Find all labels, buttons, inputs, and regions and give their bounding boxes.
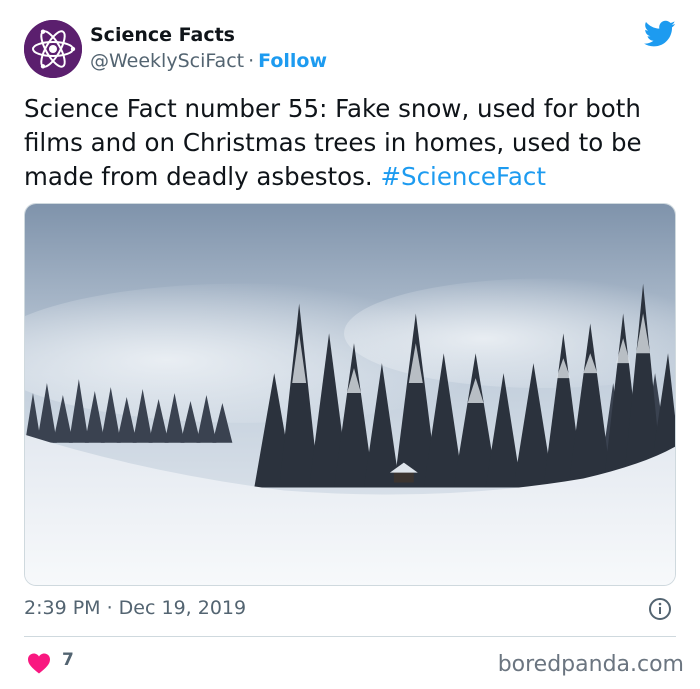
tweet-header: Science Facts @WeeklySciFact · Follow bbox=[24, 20, 676, 78]
separator-dot: · bbox=[248, 50, 255, 72]
tweet-body: Science Fact number 55: Fake snow, used … bbox=[24, 94, 642, 191]
like-count: 7 bbox=[62, 650, 74, 670]
handle-row: @WeeklySciFact · Follow bbox=[90, 50, 327, 72]
tweet-timestamp[interactable]: 2:39 PM · Dec 19, 2019 bbox=[24, 597, 246, 619]
avatar[interactable] bbox=[24, 20, 82, 78]
hashtag-link[interactable]: #ScienceFact bbox=[380, 162, 545, 191]
snowy-forest-image bbox=[25, 204, 675, 585]
atom-icon bbox=[24, 20, 82, 78]
account-handle[interactable]: @WeeklySciFact bbox=[90, 50, 244, 72]
watermark: boredpanda.com bbox=[497, 652, 684, 677]
divider bbox=[24, 636, 676, 637]
tweet-image[interactable] bbox=[24, 203, 676, 586]
heart-icon[interactable] bbox=[27, 652, 51, 674]
follow-button[interactable]: Follow bbox=[258, 50, 327, 72]
account-name[interactable]: Science Facts bbox=[90, 24, 235, 46]
info-icon[interactable] bbox=[648, 597, 672, 621]
twitter-bird-icon[interactable] bbox=[644, 20, 676, 48]
tweet-text: Science Fact number 55: Fake snow, used … bbox=[24, 92, 674, 194]
